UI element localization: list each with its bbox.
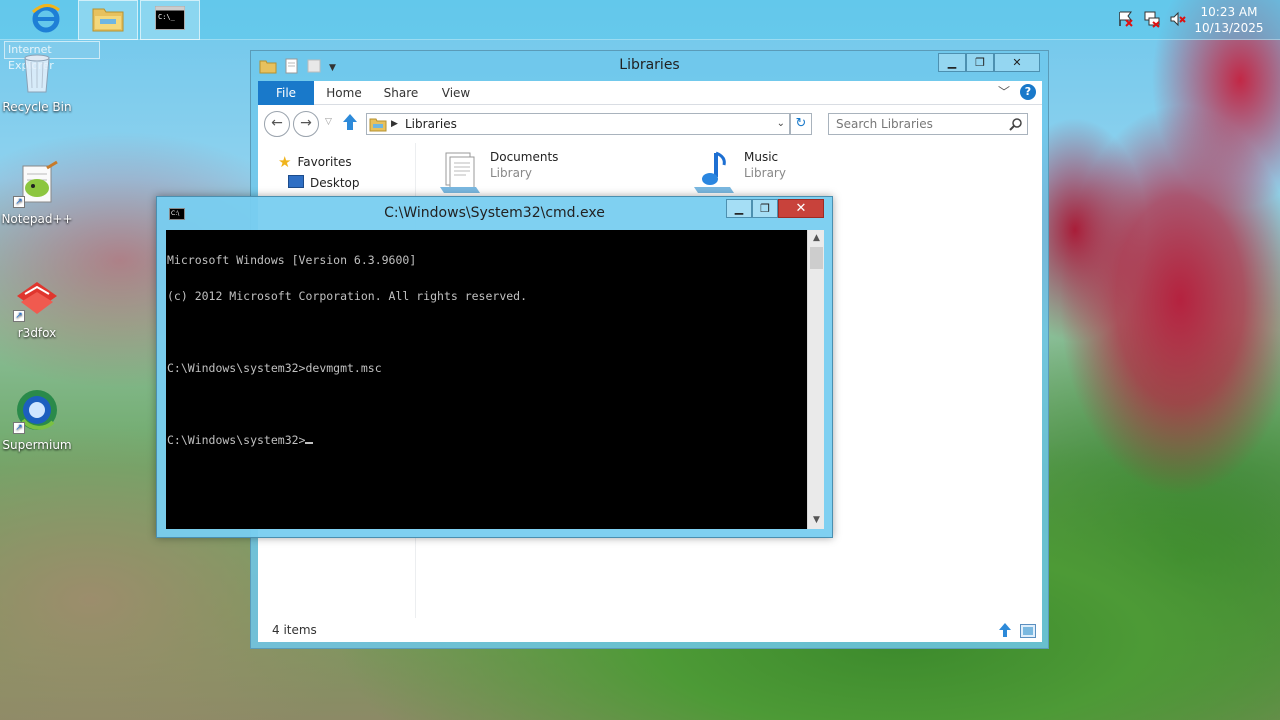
nav-favorites-label: Favorites	[297, 155, 352, 169]
address-row: ← → ▽ ▶ Libraries ⌄ ↻ Search Libraries	[258, 105, 1042, 143]
console-line: C:\Windows\system32>devmgmt.msc	[167, 361, 382, 375]
library-name: Music	[744, 150, 779, 164]
nav-desktop[interactable]: Desktop	[288, 175, 360, 191]
breadcrumb[interactable]: Libraries	[405, 114, 457, 134]
supermium-icon: ↗	[13, 386, 61, 434]
tab-view[interactable]: View	[434, 81, 478, 105]
console-line: Microsoft Windows [Version 6.3.9600]	[167, 253, 417, 267]
svg-text:C:\_: C:\_	[158, 13, 176, 21]
console-output[interactable]: Microsoft Windows [Version 6.3.9600] (c)…	[166, 230, 807, 529]
system-tray: 10:23 AM 10/13/2025	[1116, 0, 1280, 40]
shortcut-arrow-icon: ↗	[13, 422, 25, 434]
nav-favorites[interactable]: ★ Favorites	[278, 153, 352, 171]
music-library-icon	[690, 149, 736, 199]
shortcut-arrow-icon: ↗	[13, 310, 25, 322]
recent-locations-icon[interactable]: ▽	[325, 117, 332, 127]
search-icon[interactable]	[1009, 116, 1023, 135]
minimize-button[interactable]: ▁	[938, 53, 966, 72]
console-prompt: C:\Windows\system32>	[167, 433, 306, 447]
cmd-taskbar-button[interactable]: C:\_	[140, 0, 200, 40]
library-name: Documents	[490, 150, 559, 164]
back-button[interactable]: ←	[264, 111, 290, 137]
help-icon[interactable]: ?	[1020, 84, 1036, 100]
desktop-icon-label: r3dfox	[17, 326, 57, 340]
details-view-icon[interactable]	[998, 622, 1012, 646]
internet-explorer-taskbar-button[interactable]	[16, 0, 76, 40]
volume-muted-icon[interactable]	[1168, 10, 1188, 30]
clock-date: 10/13/2025	[1194, 21, 1264, 35]
ribbon-right-controls: ﹀ ?	[998, 84, 1036, 100]
nav-desktop-label: Desktop	[310, 176, 360, 190]
console-line: (c) 2012 Microsoft Corporation. All righ…	[167, 289, 528, 303]
minimize-button[interactable]: ▁	[726, 199, 752, 218]
ribbon-tabs: File Home Share View ﹀ ?	[258, 81, 1042, 105]
desktop-icon-label: Supermium	[2, 438, 72, 452]
text-cursor	[305, 442, 314, 444]
refresh-button[interactable]: ↻	[790, 113, 812, 135]
window-controls: ▁ ❐ ✕	[938, 53, 1040, 72]
documents-library-icon	[436, 149, 482, 199]
item-count: 4 items	[272, 623, 317, 637]
taskbar: C:\_ 10:23 AM 10/13/2025	[0, 0, 1280, 40]
shortcut-arrow-icon: ↗	[13, 196, 25, 208]
explorer-title-bar[interactable]: ▼ Libraries ▁ ❐ ✕	[251, 51, 1048, 81]
window-title: Libraries	[619, 57, 680, 73]
star-icon: ★	[278, 153, 292, 171]
view-toggle	[998, 622, 1036, 646]
folder-icon	[92, 4, 124, 36]
scroll-up-icon[interactable]: ▲	[808, 230, 825, 247]
forward-button[interactable]: →	[293, 111, 319, 137]
library-type: Library	[744, 166, 786, 180]
notepad-plus-plus-icon: ↗	[13, 160, 61, 208]
r3dfox-icon: ↗	[13, 274, 61, 322]
search-input[interactable]: Search Libraries	[828, 113, 1028, 135]
scroll-thumb[interactable]	[810, 247, 823, 269]
cmd-icon: C:\_	[155, 6, 185, 34]
tab-share[interactable]: Share	[378, 81, 424, 105]
file-explorer-taskbar-button[interactable]	[78, 0, 138, 40]
action-center-flag-icon[interactable]	[1116, 10, 1136, 30]
clock-time: 10:23 AM	[1200, 5, 1258, 19]
network-icon[interactable]	[1142, 10, 1162, 30]
large-icons-view-icon[interactable]	[1020, 622, 1036, 646]
desktop-icon-label: Notepad++	[1, 212, 73, 226]
cmd-title-bar[interactable]: C:\ C:\Windows\System32\cmd.exe ▁ ❐ ✕	[157, 197, 832, 229]
library-type: Library	[490, 166, 532, 180]
maximize-button[interactable]: ❐	[966, 53, 994, 72]
expand-ribbon-icon[interactable]: ﹀	[998, 84, 1010, 100]
library-documents[interactable]: Documents Library	[436, 149, 558, 199]
desktop-icon-supermium[interactable]: ↗ Supermium	[0, 386, 74, 452]
recycle-bin-icon	[13, 48, 61, 96]
window-controls: ▁ ❐ ✕	[726, 199, 824, 218]
tab-home[interactable]: Home	[320, 81, 368, 105]
desktop-icon-r3dfox[interactable]: ↗ r3dfox	[0, 274, 74, 340]
close-button[interactable]: ✕	[778, 199, 824, 218]
desktop-icon-notepad-plus-plus[interactable]: ↗ Notepad++	[0, 160, 74, 226]
status-bar: 4 items	[258, 618, 1042, 642]
up-arrow-icon[interactable]	[342, 113, 358, 135]
address-dropdown-icon[interactable]: ⌄	[777, 114, 785, 134]
console-prompt-line: C:\Windows\system32>	[167, 434, 806, 446]
desktop-icon-recycle-bin[interactable]: Recycle Bin	[0, 48, 74, 114]
address-bar[interactable]: ▶ Libraries ⌄	[366, 113, 790, 135]
desktop-icon	[288, 175, 304, 191]
scroll-down-icon[interactable]: ▼	[808, 512, 825, 529]
library-music[interactable]: Music Library	[690, 149, 786, 199]
internet-explorer-icon	[30, 2, 62, 38]
close-button[interactable]: ✕	[994, 53, 1040, 72]
cmd-window: C:\ C:\Windows\System32\cmd.exe ▁ ❐ ✕ Mi…	[156, 196, 833, 538]
vertical-scrollbar[interactable]: ▲ ▼	[807, 230, 824, 529]
desktop-icon-label: Recycle Bin	[2, 100, 72, 114]
breadcrumb-separator-icon[interactable]: ▶	[391, 114, 398, 134]
tab-file[interactable]: File	[258, 81, 314, 105]
taskbar-clock[interactable]: 10:23 AM 10/13/2025	[1194, 4, 1264, 36]
maximize-button[interactable]: ❐	[752, 199, 778, 218]
libraries-folder-icon	[369, 116, 387, 138]
